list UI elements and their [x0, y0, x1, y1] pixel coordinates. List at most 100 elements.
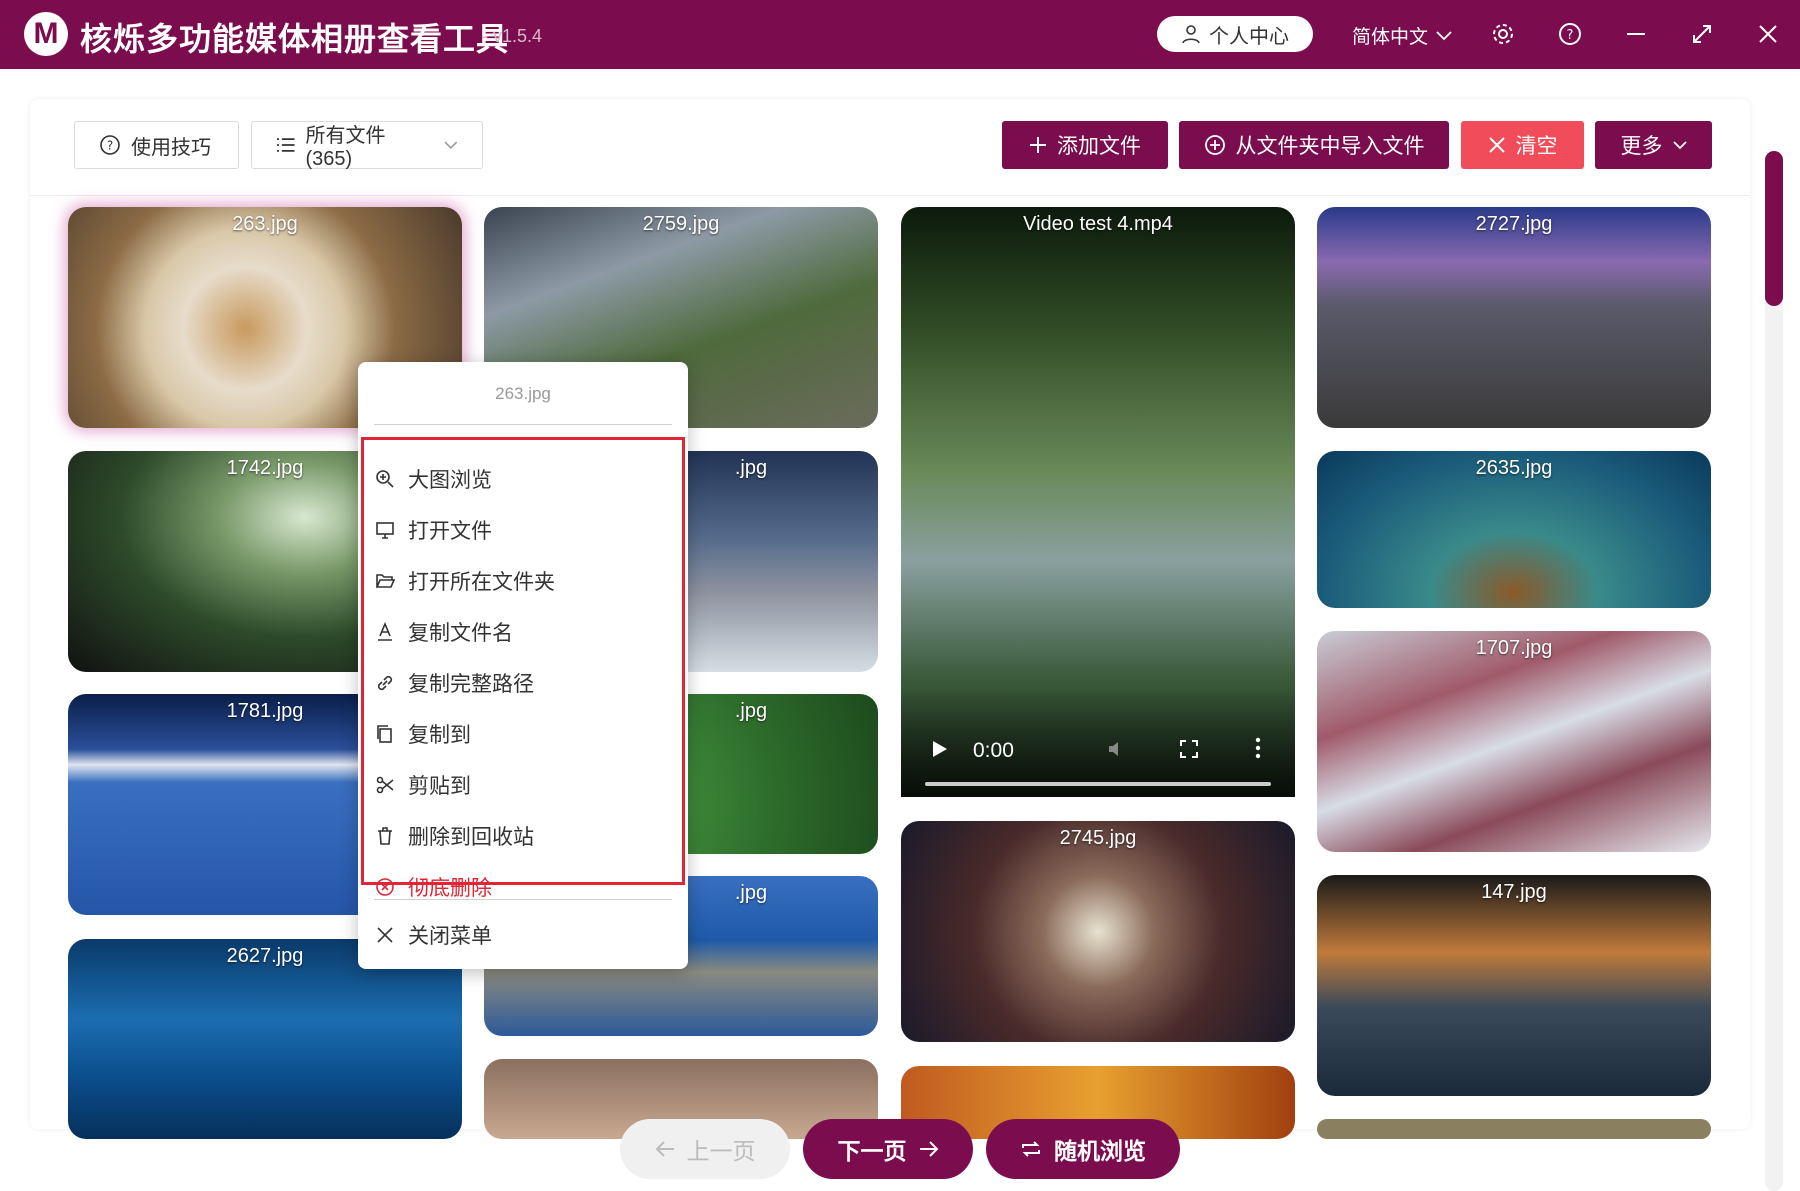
- random-browse-button[interactable]: 随机浏览: [986, 1119, 1180, 1179]
- menu-item-copy-path[interactable]: 复制完整路径: [374, 663, 534, 703]
- context-menu-header: 263.jpg: [495, 384, 551, 403]
- prev-page-label: 上一页: [686, 1138, 756, 1164]
- repeat-icon: [1022, 1141, 1040, 1157]
- svg-text:?: ?: [107, 139, 113, 153]
- user-icon: [1182, 25, 1200, 44]
- scrollbar[interactable]: [1765, 151, 1783, 1191]
- video-progress[interactable]: [925, 782, 1271, 786]
- video-time: 0:00: [973, 739, 1014, 762]
- svg-text:?: ?: [1567, 28, 1574, 43]
- menu-item-label: 复制完整路径: [408, 673, 534, 696]
- clear-button[interactable]: 清空: [1461, 121, 1584, 169]
- minimize-icon[interactable]: [1622, 20, 1650, 48]
- menu-item-open-folder[interactable]: 打开所在文件夹: [374, 561, 555, 601]
- menu-item-label: 大图浏览: [408, 469, 492, 492]
- media-card-title: 1707.jpg: [1475, 637, 1553, 659]
- play-icon[interactable]: [931, 739, 949, 759]
- help-circle-icon: ?: [100, 135, 120, 155]
- chevron-down-icon: [1436, 30, 1452, 40]
- menu-item-label: 彻底删除: [408, 877, 492, 900]
- video-card[interactable]: Video test 4.mp4 0:00: [901, 207, 1295, 797]
- media-card-title: 2635.jpg: [1475, 457, 1553, 479]
- chevron-down-icon: [1672, 140, 1687, 149]
- copy-icon: [374, 723, 396, 745]
- import-folder-label: 从文件夹中导入文件: [1235, 135, 1425, 158]
- menu-item-recycle[interactable]: 删除到回收站: [374, 816, 534, 856]
- help-icon[interactable]: ?: [1556, 20, 1584, 48]
- tips-button[interactable]: ? 使用技巧: [74, 121, 239, 169]
- arrow-left-icon: [655, 1141, 674, 1157]
- add-files-label: 添加文件: [1057, 135, 1141, 158]
- file-filter-select[interactable]: 所有文件 (365): [251, 121, 483, 170]
- menu-item-copy-filename[interactable]: 复制文件名: [374, 612, 513, 652]
- prev-page-button[interactable]: 上一页: [620, 1119, 790, 1179]
- folder-open-icon: [374, 570, 396, 592]
- menu-item-label: 剪贴到: [408, 775, 471, 798]
- menu-item-copy-to[interactable]: 复制到: [374, 714, 471, 754]
- title-bar: M 核烁多功能媒体相册查看工具 - v1.5.4 个人中心 简体中文 ?: [0, 0, 1800, 69]
- media-card[interactable]: 2627.jpg: [68, 939, 462, 1139]
- menu-divider: [374, 899, 672, 900]
- volume-icon[interactable]: [1107, 739, 1127, 759]
- trash-icon: [374, 825, 396, 847]
- user-center-button[interactable]: 个人中心: [1157, 16, 1313, 52]
- menu-divider: [374, 424, 672, 425]
- close-circle-icon: [374, 876, 396, 898]
- add-files-button[interactable]: 添加文件: [1002, 121, 1168, 169]
- scrollbar-thumb[interactable]: [1765, 151, 1783, 306]
- media-card[interactable]: 1707.jpg: [1317, 631, 1711, 852]
- random-browse-label: 随机浏览: [1054, 1138, 1146, 1164]
- media-card[interactable]: 2635.jpg: [1317, 451, 1711, 608]
- tips-label: 使用技巧: [131, 136, 211, 159]
- settings-icon[interactable]: [1489, 20, 1517, 48]
- language-label: 简体中文: [1352, 27, 1429, 48]
- monitor-icon: [374, 519, 396, 541]
- fullscreen-icon[interactable]: [1179, 739, 1199, 759]
- menu-item-open-file[interactable]: 打开文件: [374, 510, 492, 550]
- text-icon: [374, 621, 396, 643]
- maximize-icon[interactable]: [1688, 20, 1716, 48]
- more-button[interactable]: 更多: [1595, 121, 1712, 169]
- menu-item-label: 复制文件名: [408, 622, 513, 645]
- clear-label: 清空: [1515, 135, 1558, 158]
- scissors-icon: [374, 774, 396, 796]
- media-card-title: 2745.jpg: [1059, 827, 1137, 849]
- menu-item-label: 打开所在文件夹: [408, 571, 555, 594]
- close-icon[interactable]: [1754, 20, 1782, 48]
- toolbar-divider: [30, 195, 1750, 196]
- zoom-in-icon: [374, 468, 396, 490]
- close-icon: [1488, 137, 1505, 153]
- menu-item-close[interactable]: 关闭菜单: [374, 915, 492, 955]
- import-folder-button[interactable]: 从文件夹中导入文件: [1179, 121, 1449, 169]
- language-select[interactable]: 简体中文: [1352, 22, 1452, 49]
- app-logo: M: [24, 12, 68, 56]
- media-card-title: 263.jpg: [232, 213, 298, 235]
- plus-circle-icon: [1204, 135, 1225, 155]
- menu-item-label: 删除到回收站: [408, 826, 534, 849]
- media-card-title: 2759.jpg: [642, 213, 720, 235]
- main-area: ? 使用技巧 所有文件 (365) 添加文件 从文件夹中导入文件 清空 更多 2…: [0, 69, 1800, 1191]
- menu-item-delete-permanently[interactable]: 彻底删除: [374, 867, 492, 907]
- menu-item-cut-to[interactable]: 剪贴到: [374, 765, 471, 805]
- media-card[interactable]: [1317, 1119, 1711, 1139]
- app-version: - v1.5.4: [482, 26, 543, 46]
- media-card[interactable]: 147.jpg: [1317, 875, 1711, 1096]
- close-icon: [374, 924, 396, 946]
- menu-item-view-large[interactable]: 大图浏览: [374, 459, 492, 499]
- context-menu: 263.jpg 大图浏览 打开文件 打开所在文件夹 复制文件名 复制完整路径 复…: [358, 362, 688, 969]
- menu-item-label: 打开文件: [408, 520, 492, 543]
- menu-item-label: 复制到: [408, 724, 471, 747]
- arrow-right-icon: [919, 1141, 938, 1157]
- app-title: 核烁多功能媒体相册查看工具: [80, 21, 510, 57]
- media-card-title: 147.jpg: [1481, 881, 1547, 903]
- filter-label: 所有文件 (365): [305, 125, 386, 170]
- user-center-label: 个人中心: [1209, 25, 1289, 48]
- link-icon: [374, 672, 396, 694]
- plus-icon: [1030, 137, 1046, 153]
- video-controls: 0:00: [901, 687, 1295, 797]
- more-options-icon[interactable]: [1254, 737, 1262, 759]
- next-page-button[interactable]: 下一页: [803, 1119, 973, 1179]
- next-page-label: 下一页: [837, 1138, 907, 1164]
- media-card[interactable]: 2727.jpg: [1317, 207, 1711, 428]
- media-card[interactable]: 2745.jpg: [901, 821, 1295, 1042]
